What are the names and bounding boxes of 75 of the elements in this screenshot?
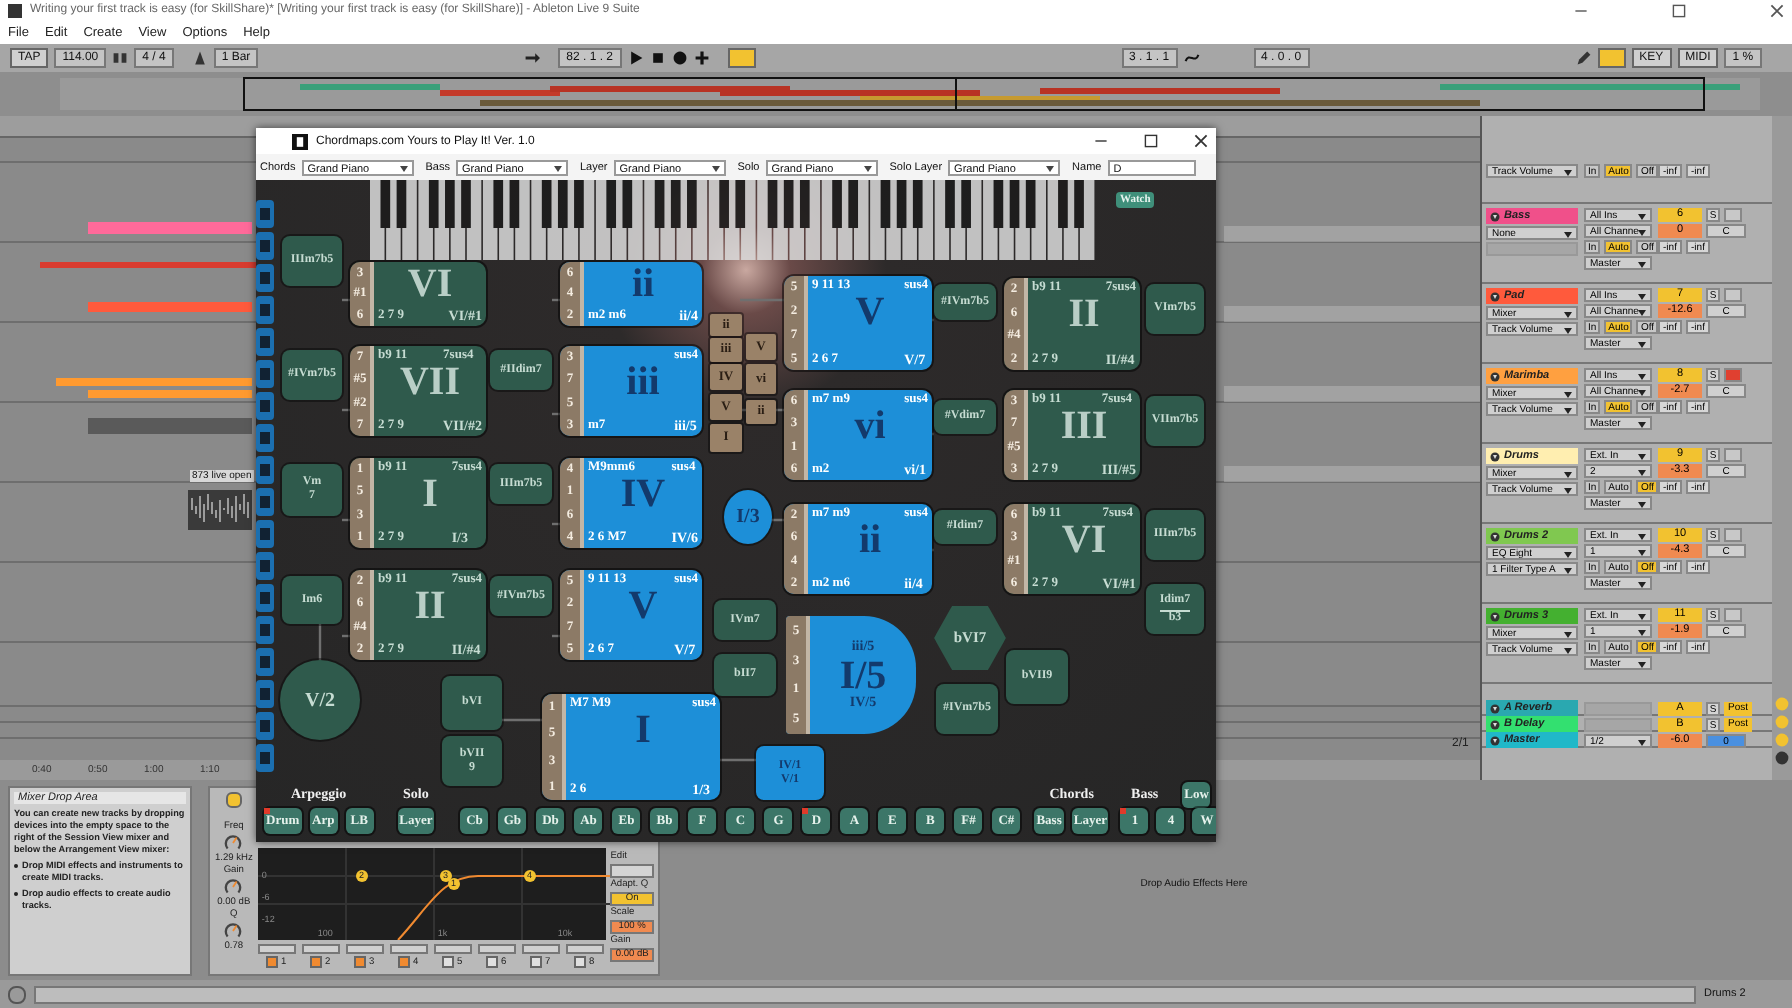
chord-numeral: V [855,292,885,338]
fold-icon[interactable] [1490,291,1500,301]
maximize-icon[interactable] [1672,3,1686,17]
chord-numeral: III [1060,406,1108,452]
band-checkbox[interactable] [310,956,323,968]
filter-type-dropdown[interactable] [257,944,296,954]
fold-icon[interactable] [1490,611,1500,621]
chord-numeral: I/5 [839,655,887,695]
chord-numeral: I [422,474,438,520]
chord-numeral: vi [854,406,886,452]
section-toggles-drawing [1775,697,1789,765]
pencil-icon[interactable] [1575,50,1592,66]
power-icon[interactable] [225,792,242,808]
chord-label: I/3 [736,506,760,528]
draw-mode-icon[interactable] [1597,48,1626,68]
freq-knob[interactable] [224,834,243,852]
nudge-icon[interactable] [112,50,129,66]
close-icon[interactable] [1194,134,1208,148]
fold-icon[interactable] [1490,719,1500,729]
gain-knob[interactable] [224,878,243,896]
chord-label: V/2 [305,689,335,711]
plus-icon[interactable] [693,50,710,66]
minimize-icon[interactable] [1094,134,1108,148]
status-toggle-icon[interactable] [8,985,26,1003]
filter-type-dropdown[interactable] [521,944,560,954]
edit-button[interactable] [610,864,654,878]
band-checkbox[interactable] [266,956,279,968]
band-checkbox[interactable] [354,956,367,968]
chord-numeral: IV [620,474,666,520]
chord-numeral: VI [407,264,453,308]
connector-line [932,318,934,322]
chord-numeral: ii [631,264,655,308]
connector-line [318,624,322,660]
filter-type-dropdown[interactable] [389,944,428,954]
band-checkbox[interactable] [530,956,543,968]
empty-field [1486,242,1578,256]
filter-type-dropdown[interactable] [477,944,516,954]
filter-type-dropdown[interactable] [565,944,604,954]
filter-type-dropdown[interactable] [345,944,384,954]
connector-line [720,758,756,762]
curve-icon[interactable] [1183,50,1200,66]
fold-icon[interactable] [1490,703,1500,713]
band-checkbox[interactable] [574,956,587,968]
filter-type-dropdown[interactable] [301,944,340,954]
close-icon[interactable] [1770,3,1784,17]
band-checkbox[interactable] [486,956,499,968]
chord-numeral: VI [1061,520,1107,566]
connector-line [932,432,934,436]
band-checkbox[interactable] [398,956,411,968]
chord-numeral: II [414,586,446,632]
record-icon[interactable] [671,50,688,66]
q-knob[interactable] [224,922,243,940]
chord-numeral: ii [858,520,882,566]
fold-icon[interactable] [1490,735,1500,745]
app-icon [292,133,308,149]
chord-button[interactable]: V/2 [280,660,360,740]
band-checkbox[interactable] [442,956,455,968]
stop-icon[interactable] [649,50,666,66]
maximize-icon[interactable] [1144,134,1158,148]
fold-icon[interactable] [1490,531,1500,541]
fold-icon[interactable] [1490,451,1500,461]
chord-numeral: VII [399,362,460,408]
fold-icon[interactable] [1490,211,1500,221]
play-icon[interactable] [627,50,644,66]
follow-icon[interactable] [524,50,541,66]
chord-numeral: I [635,710,651,756]
metronome-icon[interactable] [191,50,208,66]
connector-line [932,548,934,552]
chord-numeral: II [1068,294,1100,340]
loop-toggle-icon[interactable] [727,48,756,68]
app-icon [8,3,22,17]
fold-icon[interactable] [1490,371,1500,381]
chord-numeral: iii [626,362,660,408]
chord-numeral: V [628,586,658,632]
filter-type-dropdown[interactable] [433,944,472,954]
